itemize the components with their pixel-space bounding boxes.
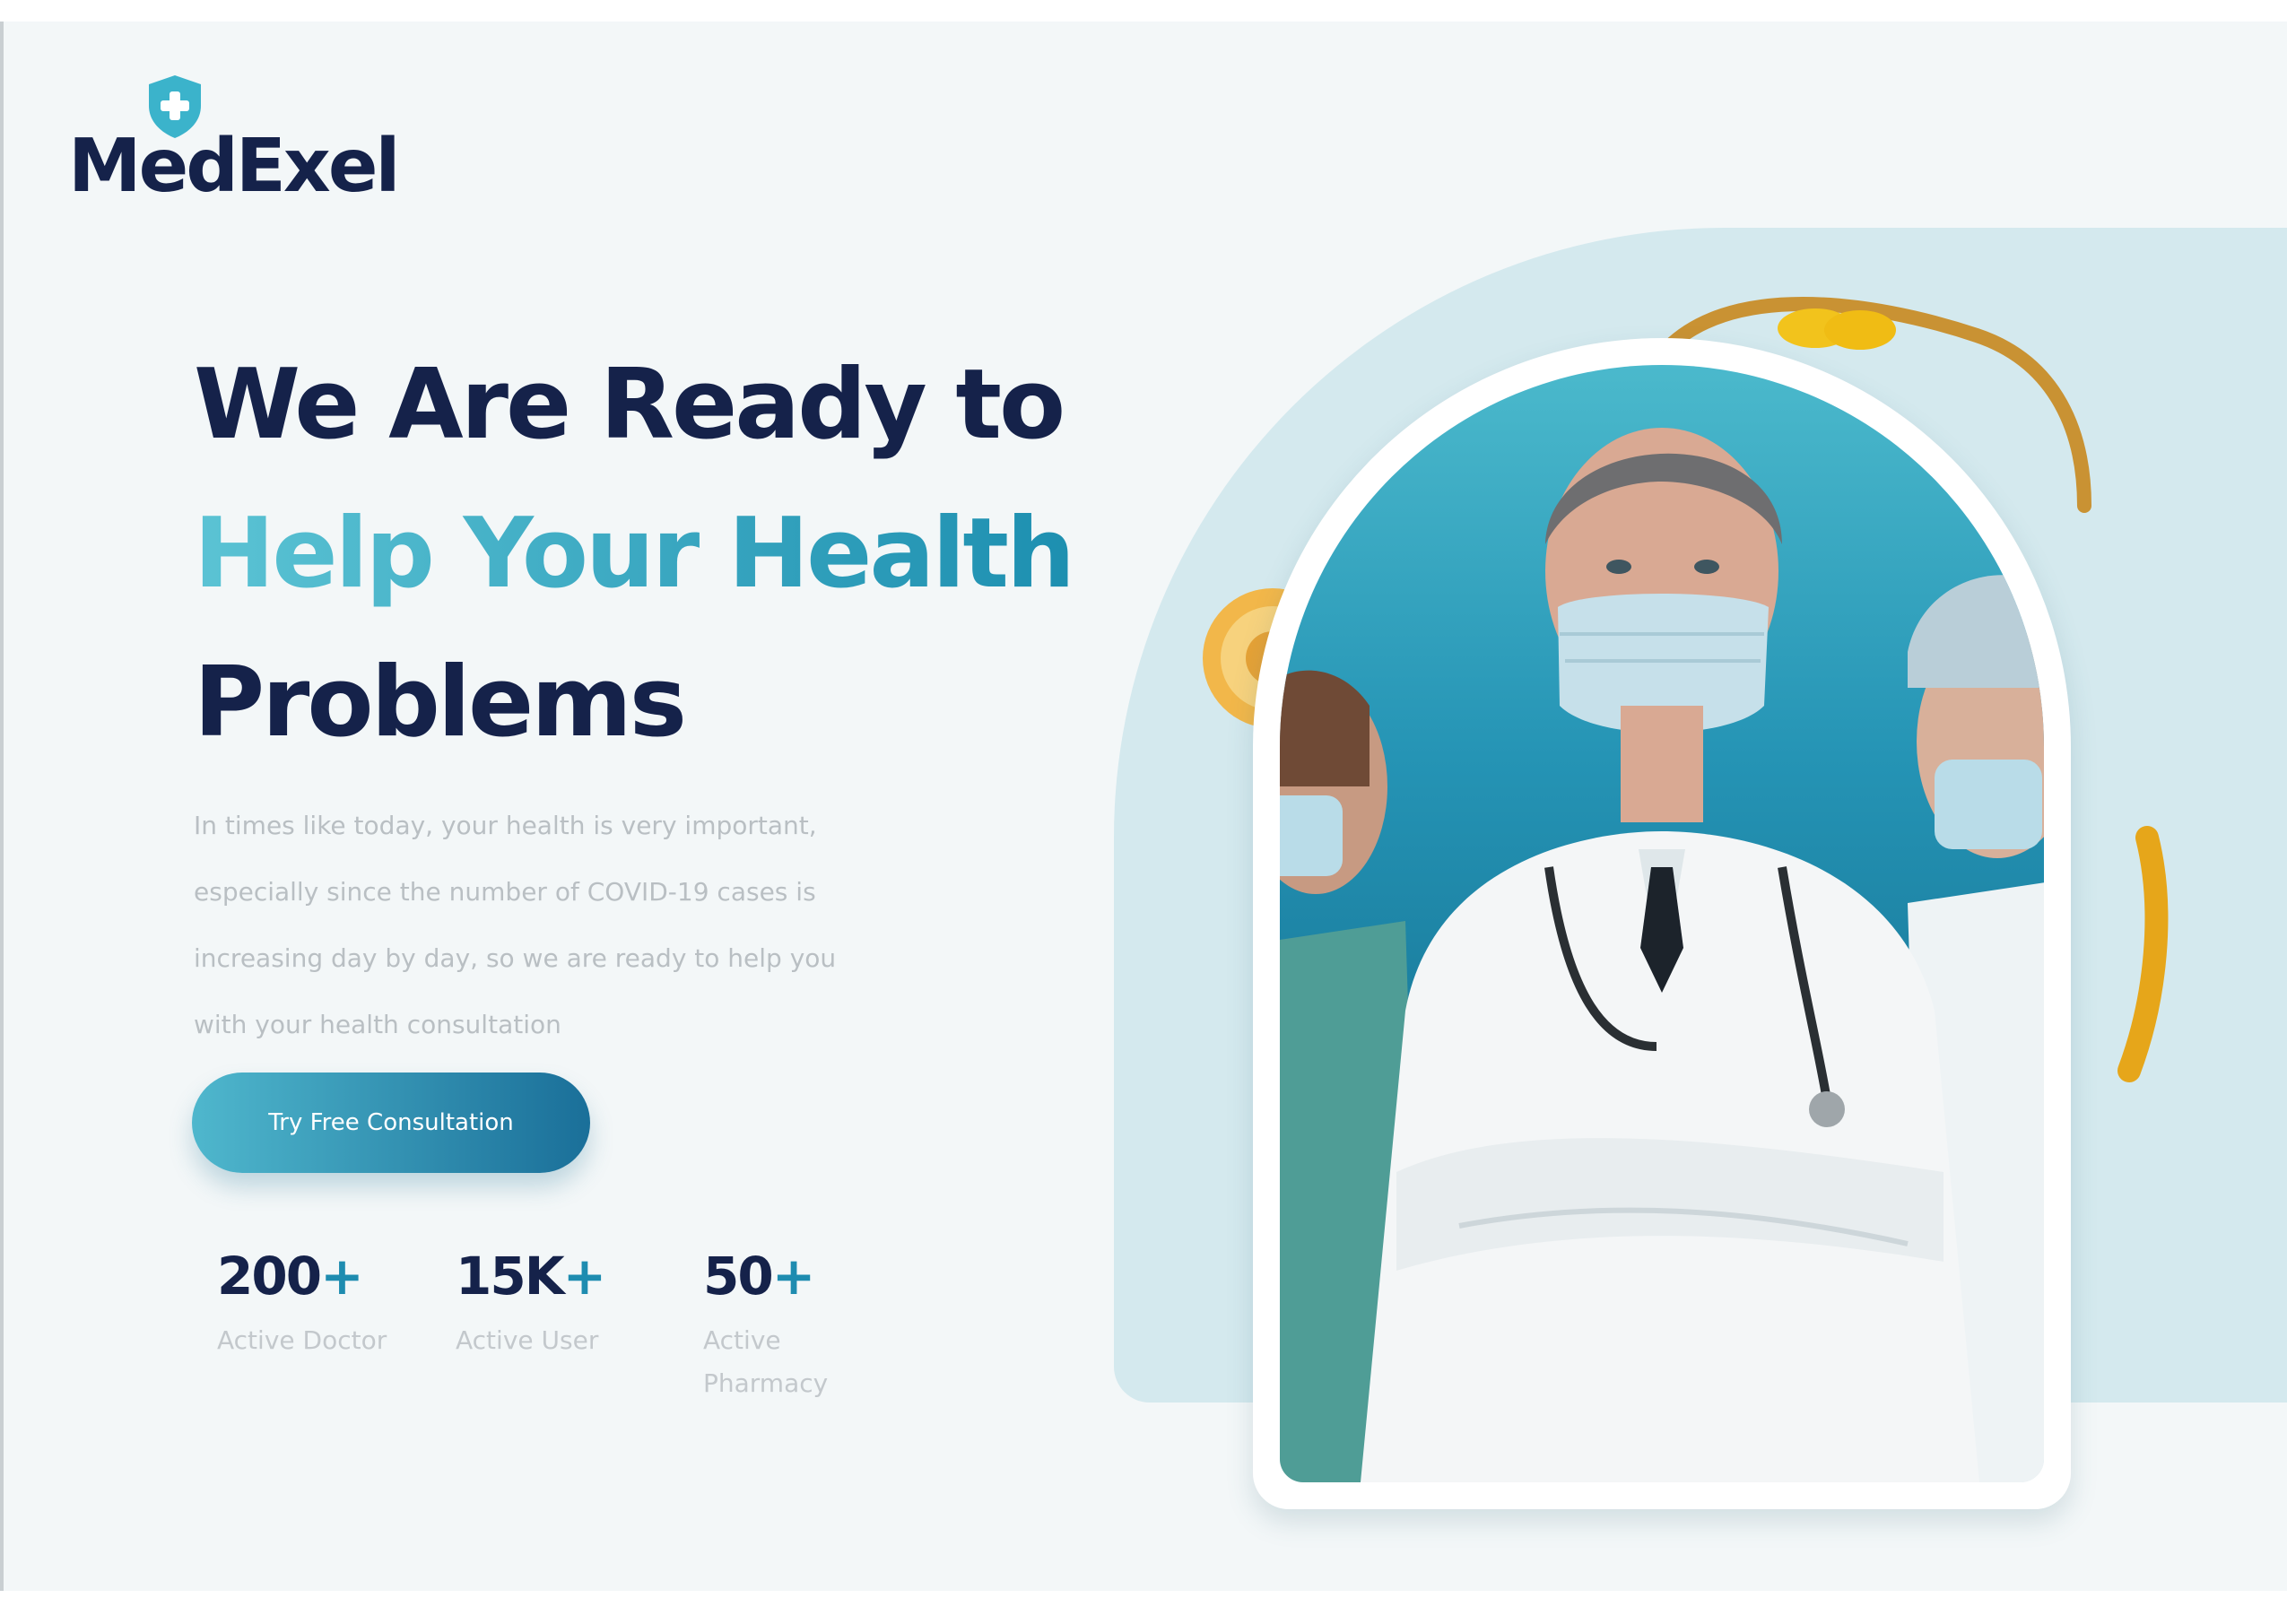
stat-plus: + [771,1246,816,1307]
stat-label: Active User [456,1325,599,1355]
description-line: increasing day by day, so we are ready t… [194,943,837,973]
try-free-consultation-button[interactable]: Try Free Consultation [192,1073,590,1173]
headline-line-3: Problems [194,647,687,759]
stat-plus: + [320,1246,364,1307]
stat-active-pharmacy: 50+ Active Pharmacy [703,1246,856,1405]
landing-page: MedExel We Are Ready to Help Your Health… [0,22,2287,1591]
description-line: with your health consultation [194,1010,561,1039]
headline-line-1: We Are Ready to [194,349,1065,461]
stat-label: Active Pharmacy [703,1325,829,1398]
stat-value: 15K [456,1246,565,1307]
stat-active-user: 15K+ Active User [456,1246,662,1362]
description-line: especially since the number of COVID-19 … [194,877,816,907]
headline-line-2: Help Your Health [194,480,1075,629]
hero-photo-frame [1253,338,2071,1509]
stat-value: 50 [703,1246,774,1307]
stat-value: 200 [217,1246,322,1307]
doctor-with-medical-staff-image [1280,365,2044,1482]
description-line: In times like today, your health is very… [194,811,817,840]
stat-active-doctor: 200+ Active Doctor [217,1246,423,1362]
stat-label: Active Doctor [217,1325,387,1355]
stat-plus: + [562,1246,607,1307]
hero-description: In times like today, your health is very… [194,793,938,1058]
hero-headline: We Are Ready to Help Your Health Problem… [194,331,1075,777]
brand-name: MedExel [68,124,401,209]
